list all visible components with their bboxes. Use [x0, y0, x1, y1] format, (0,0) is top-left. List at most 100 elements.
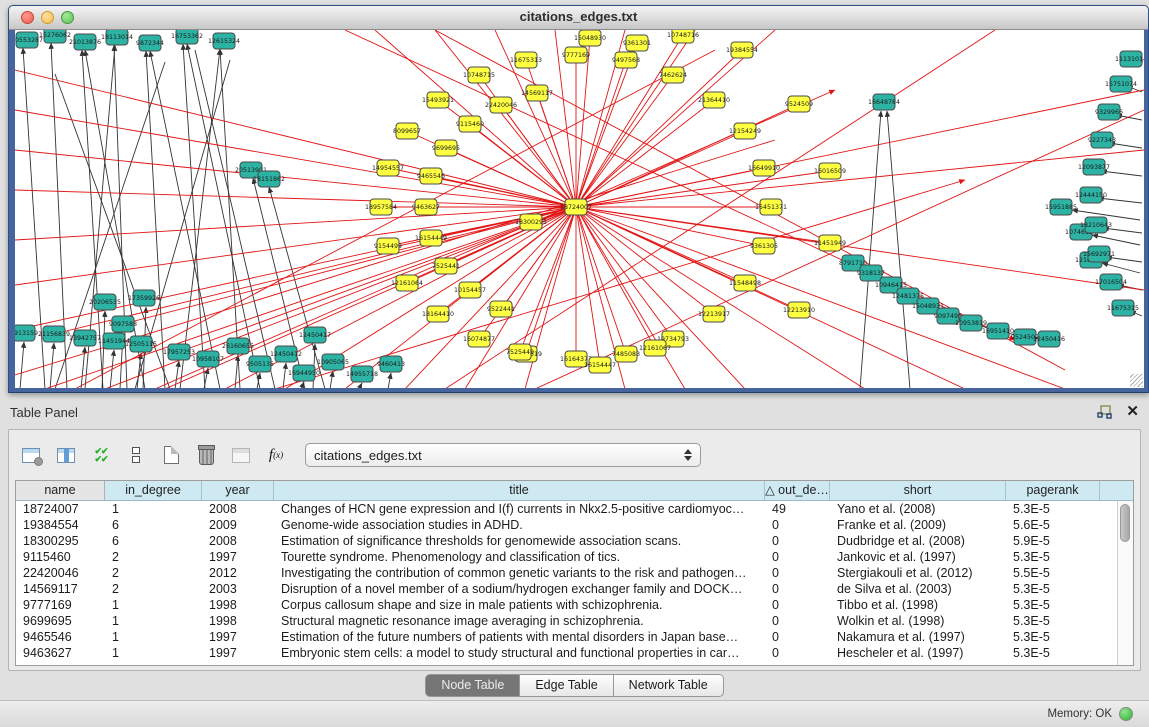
- graph-edge[interactable]: [330, 371, 333, 388]
- graph-edge[interactable]: [283, 363, 286, 388]
- graph-edge[interactable]: [576, 150, 1144, 207]
- tab-node-table[interactable]: Node Table: [425, 674, 520, 697]
- cell-title: Estimation of the future numbers of pati…: [274, 629, 765, 645]
- column-header-out_degree[interactable]: △ out_de…: [765, 481, 830, 500]
- network-canvas[interactable]: 1872400797771699497568746262421364410121…: [15, 30, 1144, 388]
- create-column-icon[interactable]: [159, 443, 183, 467]
- table-row[interactable]: 1872400712008Changes of HCN gene express…: [16, 501, 1133, 517]
- table-header-row: namein_degreeyeartitle△ out_de…shortpage…: [16, 481, 1133, 501]
- table-row[interactable]: 911546021997Tourette syndrome. Phenomeno…: [16, 549, 1133, 565]
- graph-edge[interactable]: [20, 342, 24, 388]
- cell-in_degree: 1: [105, 597, 202, 613]
- graph-edge[interactable]: [445, 30, 995, 388]
- column-header-short[interactable]: short: [830, 481, 1006, 500]
- select-rows-icon[interactable]: ✔✔✔✔: [89, 443, 113, 467]
- table-row[interactable]: 1938455462009Genome-wide association stu…: [16, 517, 1133, 533]
- graph-edge[interactable]: [576, 75, 673, 207]
- tab-edge-table[interactable]: Edge Table: [520, 674, 613, 697]
- graph-edge[interactable]: [576, 207, 600, 365]
- graph-edge[interactable]: [50, 343, 54, 388]
- column-header-in_degree[interactable]: in_degree: [105, 481, 202, 500]
- cell-year: 2008: [202, 533, 274, 549]
- tab-network-table[interactable]: Network Table: [614, 674, 724, 697]
- cell-pagerank: 5.3E-5: [1006, 613, 1100, 629]
- show-columns-icon[interactable]: [54, 443, 78, 467]
- float-panel-icon[interactable]: [1097, 405, 1112, 419]
- graph-edge[interactable]: [576, 207, 714, 314]
- cell-title: Changes of HCN gene expression and I(f) …: [274, 501, 765, 517]
- cell-name: 22420046: [16, 565, 105, 581]
- cell-in_degree: 2: [105, 565, 202, 581]
- window-resize-grip[interactable]: [1130, 374, 1143, 387]
- graph-edge[interactable]: [75, 50, 715, 388]
- cell-name: 9115460: [16, 549, 105, 565]
- graph-edge[interactable]: [1101, 171, 1142, 176]
- table-row[interactable]: 1830029562008Estimation of significance …: [16, 533, 1133, 549]
- cell-year: 2008: [202, 501, 274, 517]
- graph-edge[interactable]: [301, 382, 304, 388]
- table-row[interactable]: 977716911998Corpus callosum shape and si…: [16, 597, 1133, 613]
- graph-edge[interactable]: [180, 49, 220, 388]
- graph-edge[interactable]: [359, 383, 362, 388]
- import-table-icon[interactable]: [229, 443, 253, 467]
- table-selector-dropdown[interactable]: citations_edges.txt: [305, 443, 701, 467]
- table-row[interactable]: 969969511998Structural magnetic resonanc…: [16, 613, 1133, 629]
- graph-node-label: 16649910: [748, 165, 780, 172]
- graph-node-label: 12161064: [391, 280, 423, 287]
- cell-pagerank: 5.3E-5: [1006, 549, 1100, 565]
- column-header-name[interactable]: name: [16, 481, 105, 500]
- graph-edge[interactable]: [576, 207, 626, 354]
- graph-edge[interactable]: [45, 207, 576, 388]
- graph-edge[interactable]: [470, 124, 576, 207]
- graph-edge[interactable]: [576, 207, 764, 246]
- graph-edge[interactable]: [576, 168, 764, 207]
- graph-edge[interactable]: [220, 49, 240, 388]
- graph-node-label: 16753362: [171, 33, 203, 40]
- graph-node-label: 10748715: [463, 72, 495, 79]
- graph-node-label: 15692971: [1083, 251, 1115, 258]
- column-header-pagerank[interactable]: pagerank: [1006, 481, 1100, 500]
- graph-node-label: 12213917: [698, 311, 730, 318]
- close-panel-icon[interactable]: ✕: [1126, 405, 1139, 419]
- graph-edge[interactable]: [15, 70, 576, 207]
- cell-out_degree: 0: [765, 533, 830, 549]
- column-header-year[interactable]: year: [202, 481, 274, 500]
- graph-node-label: 12444150: [1075, 192, 1107, 199]
- graph-edge[interactable]: [388, 373, 391, 388]
- cell-pagerank: 5.3E-5: [1006, 501, 1100, 517]
- network-window-titlebar[interactable]: citations_edges.txt: [9, 6, 1148, 30]
- cell-short: Franke et al. (2009): [830, 517, 1006, 533]
- graph-edge[interactable]: [860, 111, 881, 388]
- column-header-title[interactable]: title: [274, 481, 765, 500]
- table-row[interactable]: 946554611997Estimation of the future num…: [16, 629, 1133, 645]
- row-height-icon[interactable]: [124, 443, 148, 467]
- table-scrollbar[interactable]: [1117, 501, 1133, 665]
- graph-node-label: 16648784: [868, 99, 900, 106]
- graph-edge[interactable]: [1092, 235, 1140, 245]
- graph-edge[interactable]: [431, 176, 576, 207]
- node-table: namein_degreeyeartitle△ out_de…shortpage…: [15, 480, 1134, 666]
- graph-node-label: 11548498: [729, 280, 761, 287]
- memory-status-label: Memory: OK: [1047, 708, 1112, 720]
- cell-title: Tourette syndrome. Phenomenology and cla…: [274, 549, 765, 565]
- memory-status-indicator[interactable]: [1119, 707, 1133, 721]
- table-row[interactable]: 1456911722003Disruption of a novel membe…: [16, 581, 1133, 597]
- graph-edge[interactable]: [150, 51, 220, 388]
- graph-edge[interactable]: [1102, 263, 1140, 273]
- graph-node-label: 9329966: [1095, 109, 1123, 116]
- cell-short: Yano et al. (2008): [830, 501, 1006, 517]
- delete-column-icon[interactable]: [194, 443, 218, 467]
- graph-edge[interactable]: [887, 111, 910, 388]
- table-options-icon[interactable]: [19, 443, 43, 467]
- function-builder-icon[interactable]: f(x): [264, 443, 288, 467]
- table-row[interactable]: 2242004622012Investigating the contribut…: [16, 565, 1133, 581]
- graph-edge[interactable]: [435, 30, 576, 207]
- network-view-window[interactable]: citations_edges.txt 18724007977716994975…: [8, 5, 1149, 393]
- cell-out_degree: 0: [765, 597, 830, 613]
- graph-node-label: 17359926: [128, 295, 160, 302]
- table-toolbar: ✔✔✔✔ f(x) citations_edges.txt: [19, 438, 1132, 472]
- table-row[interactable]: 946362711997Embryonic stem cells: a mode…: [16, 645, 1133, 661]
- table-scrollbar-thumb[interactable]: [1120, 504, 1130, 542]
- graph-node-label: 15276062: [39, 32, 71, 39]
- cell-short: Tibbo et al. (1998): [830, 597, 1006, 613]
